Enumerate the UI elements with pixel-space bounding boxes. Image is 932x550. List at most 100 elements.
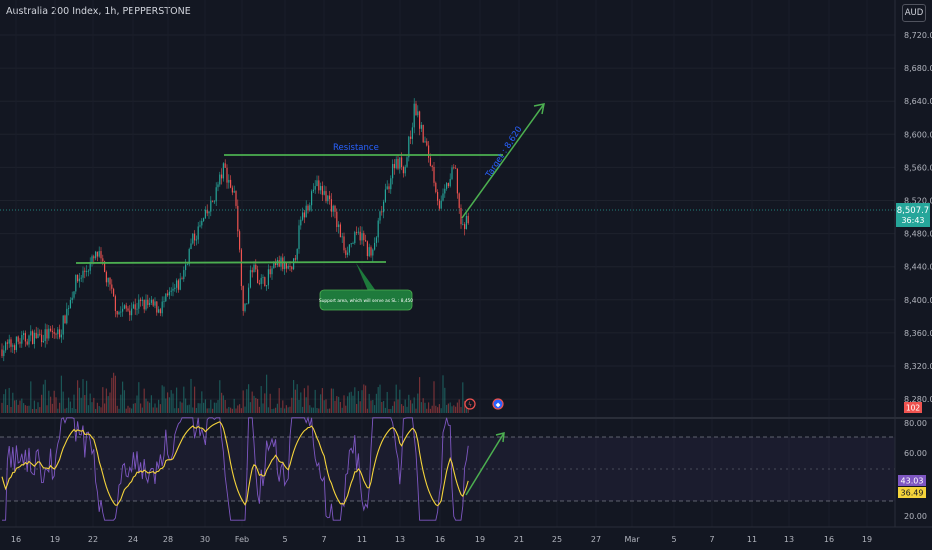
time-tick-label: 28: [163, 535, 173, 544]
volume-bar: [213, 402, 215, 413]
candle: [339, 224, 341, 238]
candle: [55, 333, 57, 335]
volume-bar: [185, 398, 187, 413]
candle: [444, 188, 446, 194]
candle: [1, 349, 3, 357]
volume-bar: [446, 404, 448, 413]
volume-bar: [208, 408, 210, 413]
candle: [12, 345, 14, 347]
volume-bar: [267, 407, 269, 413]
candle: [379, 211, 381, 221]
volume-bar: [320, 394, 322, 413]
candle: [125, 305, 127, 309]
time-tick-label: 5: [671, 535, 676, 544]
volume-bar: [339, 401, 341, 413]
candle: [390, 178, 392, 190]
volume-bar: [10, 406, 12, 413]
volume-bar: [275, 407, 277, 413]
volume-bar: [109, 392, 111, 413]
volume-tag-value: 102: [906, 404, 921, 413]
volume-bar: [444, 387, 446, 413]
candle: [228, 179, 230, 183]
volume-bar: [289, 406, 291, 413]
volume-bar: [17, 404, 19, 413]
candle: [5, 342, 7, 351]
time-tick-label: 13: [784, 535, 794, 544]
candle: [282, 257, 284, 270]
candle: [411, 127, 413, 139]
candle: [28, 335, 30, 345]
volume-bar: [408, 394, 410, 413]
candle: [78, 278, 80, 282]
volume-bar: [424, 402, 426, 413]
volume-bar: [370, 400, 372, 413]
volume-bar: [334, 400, 336, 413]
volume-bar: [134, 403, 136, 413]
volume-bar: [78, 387, 80, 413]
volume-bar: [363, 384, 365, 413]
volume-bar: [212, 408, 214, 413]
volume-bar: [190, 378, 192, 413]
chart-canvas[interactable]: Resistance Support area, which will serv…: [0, 0, 932, 550]
candle: [462, 224, 464, 225]
volume-bar: [410, 400, 412, 413]
time-tick-label: 16: [824, 535, 834, 544]
volume-bar: [314, 389, 316, 413]
candle: [431, 165, 433, 168]
volume-bar: [365, 385, 367, 413]
volume-bar: [393, 401, 395, 413]
candle: [352, 243, 354, 244]
volume-bar: [152, 407, 154, 413]
volume-bar: [176, 387, 178, 413]
volume-bar: [257, 398, 259, 413]
candle: [307, 205, 309, 211]
candle: [113, 288, 115, 297]
time-tick-label: 13: [395, 535, 405, 544]
volume-bar: [323, 400, 325, 413]
candle: [264, 277, 266, 287]
candle: [293, 258, 295, 270]
volume-bar: [278, 388, 280, 413]
volume-bar: [395, 384, 397, 413]
candle: [176, 280, 178, 288]
rsi-axis-20: 20.00: [904, 512, 927, 521]
volume-bar: [262, 403, 264, 413]
candle: [109, 277, 111, 285]
volume-bar: [401, 404, 403, 413]
volume-bar: [433, 381, 435, 413]
candle: [446, 183, 448, 189]
volume-bars: [1, 372, 469, 413]
volume-bar: [149, 402, 151, 413]
candle: [204, 209, 206, 219]
volume-bar: [435, 405, 437, 413]
candle: [284, 262, 286, 270]
candle: [190, 243, 192, 250]
candle: [167, 293, 169, 296]
candle: [179, 278, 181, 290]
candle: [249, 270, 251, 288]
volume-bar: [253, 395, 255, 413]
candle: [356, 232, 358, 233]
volume-bar: [55, 397, 57, 413]
volume-bar: [219, 380, 221, 413]
volume-bar: [240, 408, 242, 413]
volume-bar: [210, 399, 212, 413]
candle: [325, 191, 327, 202]
candle: [244, 303, 246, 311]
candle: [32, 331, 34, 344]
volume-bar: [188, 404, 190, 413]
volume-bar: [75, 408, 77, 413]
candle: [206, 209, 208, 214]
volume-bar: [195, 407, 197, 413]
candle: [222, 163, 224, 179]
candle: [66, 308, 68, 324]
volume-bar: [86, 380, 88, 413]
candle: [357, 231, 359, 233]
candle: [383, 201, 385, 213]
candle: [426, 141, 428, 146]
candle: [221, 174, 223, 179]
volume-bar: [158, 399, 160, 413]
volume-bar: [248, 384, 250, 413]
candle: [269, 269, 271, 275]
target-label: Target : 8,620: [484, 125, 525, 181]
